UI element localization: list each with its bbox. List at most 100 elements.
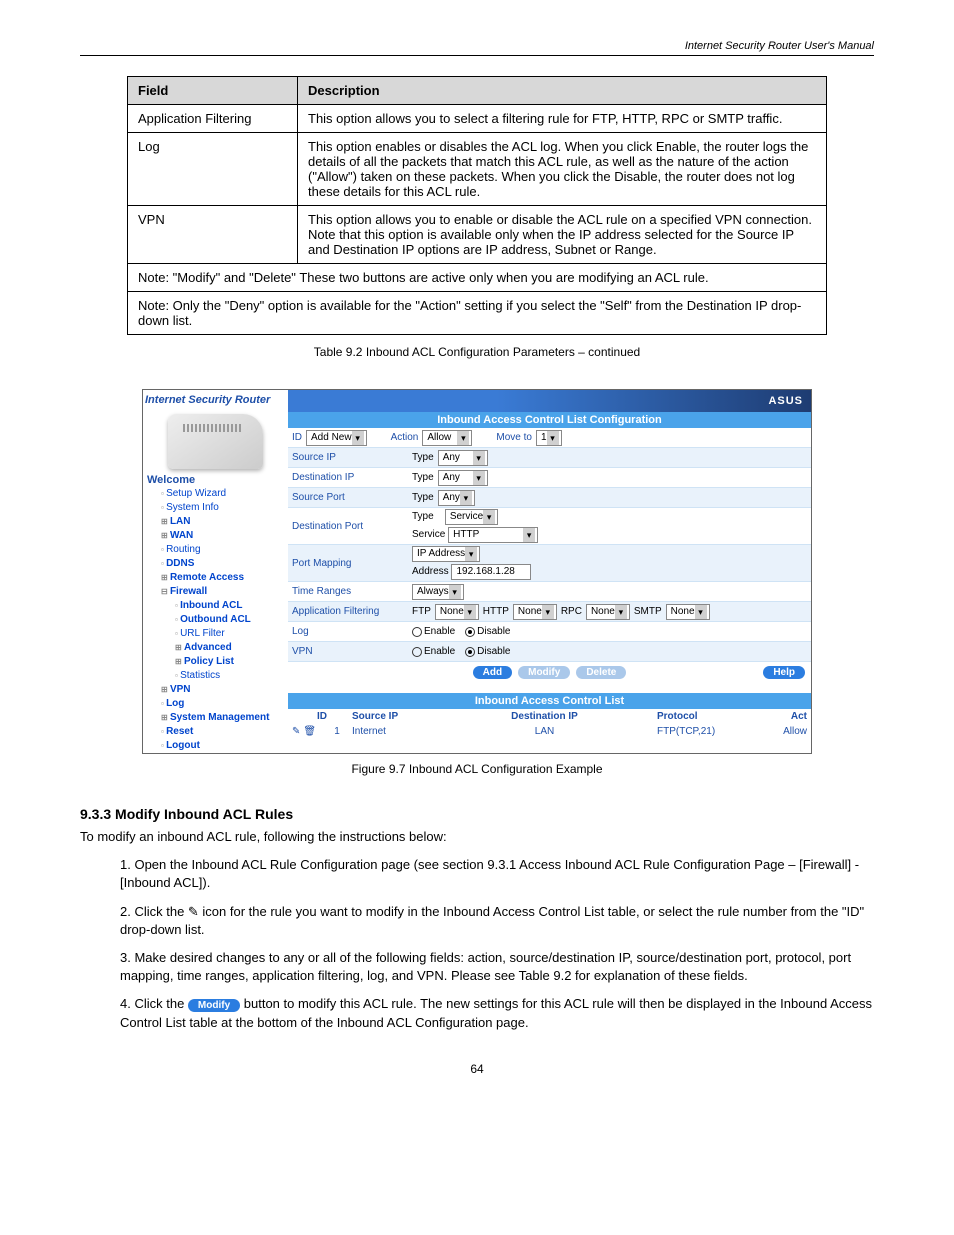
note-cell: Note: "Modify" and "Delete" These two bu… bbox=[128, 264, 827, 292]
nav-lan[interactable]: LAN bbox=[147, 515, 288, 529]
row-act: Allow bbox=[757, 726, 807, 737]
note-cell: Note: Only the "Deny" option is availabl… bbox=[128, 292, 827, 335]
rpc-label: RPC bbox=[561, 606, 582, 617]
col-protocol: Protocol bbox=[657, 711, 757, 722]
log-enable-radio[interactable]: Enable bbox=[412, 626, 455, 637]
nav-statistics[interactable]: Statistics bbox=[147, 669, 288, 683]
col-field: Field bbox=[128, 77, 298, 105]
add-button[interactable]: Add bbox=[473, 666, 512, 679]
table-row-note: Note: "Modify" and "Delete" These two bu… bbox=[128, 264, 827, 292]
source-ip-label: Source IP bbox=[292, 452, 412, 463]
nav-system-info[interactable]: System Info bbox=[147, 501, 288, 515]
log-label: Log bbox=[292, 626, 412, 637]
app-filtering-label: Application Filtering bbox=[292, 606, 412, 617]
dest-ip-label: Destination IP bbox=[292, 472, 412, 483]
log-disable-radio[interactable]: Disable bbox=[465, 626, 510, 637]
field-desc: This option allows you to enable or disa… bbox=[298, 206, 827, 264]
nav-outbound-acl[interactable]: Outbound ACL bbox=[147, 613, 288, 627]
time-ranges-select[interactable]: Always bbox=[412, 584, 464, 600]
http-select[interactable]: None bbox=[513, 604, 557, 620]
col-id: ID bbox=[292, 711, 352, 722]
nav-welcome[interactable]: Welcome bbox=[147, 473, 288, 487]
vpn-disable-radio[interactable]: Disable bbox=[465, 646, 510, 657]
nav-wan[interactable]: WAN bbox=[147, 529, 288, 543]
port-mapping-select[interactable]: IP Address bbox=[412, 546, 480, 562]
nav-reset[interactable]: Reset bbox=[147, 725, 288, 739]
nav-system-management[interactable]: System Management bbox=[147, 711, 288, 725]
nav-logout[interactable]: Logout bbox=[147, 739, 288, 753]
nav-tree[interactable]: Welcome Setup Wizard System Info LAN WAN… bbox=[143, 473, 288, 753]
nav-setup-wizard[interactable]: Setup Wizard bbox=[147, 487, 288, 501]
type-label: Type bbox=[412, 452, 434, 463]
edit-icon[interactable]: ✎ bbox=[292, 726, 300, 737]
col-act: Act bbox=[757, 711, 807, 722]
field-name: Application Filtering bbox=[128, 105, 298, 133]
source-port-type-select[interactable]: Any bbox=[438, 490, 475, 506]
action-select[interactable]: Allow bbox=[422, 430, 472, 446]
header-rule bbox=[80, 55, 874, 56]
trash-icon[interactable]: 🗑 bbox=[303, 726, 316, 737]
service-label: Service bbox=[412, 529, 445, 540]
table-row: VPN This option allows you to enable or … bbox=[128, 206, 827, 264]
ftp-label: FTP bbox=[412, 606, 431, 617]
delete-button[interactable]: Delete bbox=[576, 666, 626, 679]
note-field: Note: Only the "Deny" option is availabl… bbox=[138, 298, 461, 313]
intro-para: To modify an inbound ACL rule, following… bbox=[80, 828, 874, 846]
vpn-enable-radio[interactable]: Enable bbox=[412, 646, 455, 657]
source-port-label: Source Port bbox=[292, 492, 412, 503]
table-caption: Table 9.2 Inbound ACL Configuration Para… bbox=[80, 345, 874, 359]
list-row: ✎🗑 1 Internet LAN FTP(TCP,21) Allow bbox=[288, 724, 811, 739]
nav-remote-access[interactable]: Remote Access bbox=[147, 571, 288, 585]
port-mapping-label: Port Mapping bbox=[292, 558, 412, 569]
rpc-select[interactable]: None bbox=[586, 604, 630, 620]
note-desc: These two buttons are active only when y… bbox=[299, 270, 708, 285]
row-protocol: FTP(TCP,21) bbox=[657, 726, 757, 737]
service-select[interactable]: HTTP bbox=[448, 527, 538, 543]
source-ip-type-select[interactable]: Any bbox=[438, 450, 488, 466]
time-ranges-label: Time Ranges bbox=[292, 586, 412, 597]
ftp-select[interactable]: None bbox=[435, 604, 479, 620]
nav-routing[interactable]: Routing bbox=[147, 543, 288, 557]
table-row: Application Filtering This option allows… bbox=[128, 105, 827, 133]
modify-button[interactable]: Modify bbox=[518, 666, 570, 679]
nav-policy-list[interactable]: Policy List bbox=[147, 655, 288, 669]
nav-inbound-acl[interactable]: Inbound ACL bbox=[147, 599, 288, 613]
nav-ddns[interactable]: DDNS bbox=[147, 557, 288, 571]
dest-ip-type-select[interactable]: Any bbox=[438, 470, 488, 486]
moveto-select[interactable]: 1 bbox=[536, 430, 562, 446]
step-1: 1. Open the Inbound ACL Rule Configurati… bbox=[120, 856, 874, 892]
col-desc: Description bbox=[298, 77, 827, 105]
help-button[interactable]: Help bbox=[763, 666, 805, 679]
dest-port-type-select[interactable]: Service bbox=[445, 509, 498, 525]
table-row: Log This option enables or disables the … bbox=[128, 133, 827, 206]
type-label: Type bbox=[412, 472, 434, 483]
moveto-label: Move to bbox=[496, 432, 532, 443]
address-input[interactable]: 192.168.1.28 bbox=[451, 564, 531, 580]
col-dest-ip: Destination IP bbox=[432, 711, 657, 722]
list-header: ID Source IP Destination IP Protocol Act bbox=[288, 709, 811, 724]
action-label: Action bbox=[391, 432, 419, 443]
smtp-select[interactable]: None bbox=[666, 604, 710, 620]
body-text: To modify an inbound ACL rule, following… bbox=[80, 828, 874, 1032]
asus-logo: ASUS bbox=[768, 395, 803, 407]
type-label: Type bbox=[412, 492, 434, 503]
dest-port-label: Destination Port bbox=[292, 521, 412, 532]
page-number: 64 bbox=[80, 1062, 874, 1076]
nav-advanced[interactable]: Advanced bbox=[147, 641, 288, 655]
vpn-label: VPN bbox=[292, 646, 412, 657]
product-title: Internet Security Router bbox=[143, 390, 288, 410]
nav-url-filter[interactable]: URL Filter bbox=[147, 627, 288, 641]
section-heading: 9.3.3 Modify Inbound ACL Rules bbox=[80, 806, 874, 822]
row-source-ip: Internet bbox=[352, 726, 432, 737]
id-select[interactable]: Add New bbox=[306, 430, 367, 446]
nav-vpn[interactable]: VPN bbox=[147, 683, 288, 697]
header-chapter: Internet Security Router User's Manual bbox=[685, 40, 874, 52]
id-label: ID bbox=[292, 432, 302, 443]
row-id: 1 bbox=[322, 726, 352, 737]
field-table: Field Description Application Filtering … bbox=[127, 76, 827, 335]
nav-firewall[interactable]: Firewall bbox=[147, 585, 288, 599]
router-image bbox=[168, 414, 263, 469]
nav-log[interactable]: Log bbox=[147, 697, 288, 711]
step-4: 4. Click the Modify button to modify thi… bbox=[120, 995, 874, 1031]
field-desc: This option allows you to select a filte… bbox=[298, 105, 827, 133]
